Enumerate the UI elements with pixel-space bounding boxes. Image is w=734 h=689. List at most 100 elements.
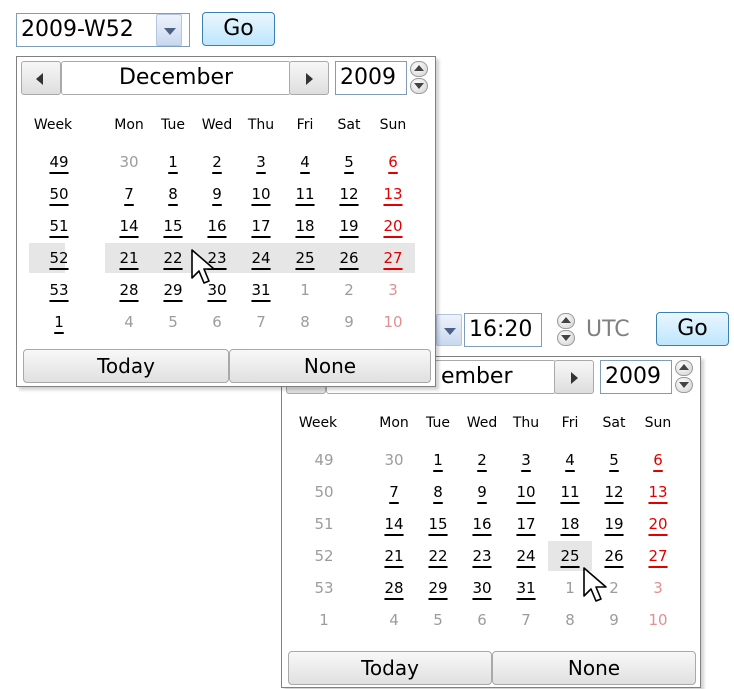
spin-up-icon[interactable] — [410, 61, 428, 77]
day-cell[interactable]: 2 — [466, 449, 498, 471]
day-cell[interactable]: 22 — [157, 247, 189, 269]
day-cell[interactable]: 27 — [642, 545, 674, 567]
day-cell[interactable]: 7 — [113, 183, 145, 205]
day-cell[interactable]: 3 — [245, 151, 277, 173]
day-cell[interactable]: 26 — [598, 545, 630, 567]
week-go-button[interactable]: Go — [202, 12, 275, 46]
day-cell[interactable]: 28 — [113, 279, 145, 301]
weekday-header: Thu — [247, 117, 275, 133]
day-cell[interactable]: 18 — [554, 513, 586, 535]
day-cell[interactable]: 6 — [377, 151, 409, 173]
spin-down-icon[interactable] — [410, 78, 428, 94]
day-cell[interactable]: 8 — [157, 183, 189, 205]
timezone-label: UTC — [586, 317, 630, 342]
weekday-header: Tue — [426, 415, 450, 431]
year-input[interactable]: 2009 — [335, 61, 407, 95]
day-cell[interactable]: 29 — [422, 577, 454, 599]
week-number[interactable]: 49 — [43, 151, 75, 173]
time-input[interactable]: 16:20 — [464, 313, 542, 347]
day-cell[interactable]: 5 — [598, 449, 630, 471]
day-cell[interactable]: 20 — [377, 215, 409, 237]
week-number[interactable]: 51 — [43, 215, 75, 237]
day-cell[interactable]: 16 — [466, 513, 498, 535]
today-button[interactable]: Today — [23, 349, 229, 383]
spin-up-icon[interactable] — [675, 360, 693, 376]
none-button[interactable]: None — [492, 651, 696, 685]
day-cell[interactable]: 21 — [378, 545, 410, 567]
day-cell[interactable]: 29 — [157, 279, 189, 301]
next-month-button[interactable] — [554, 360, 594, 394]
day-cell[interactable]: 30 — [466, 577, 498, 599]
day-cell: 7 — [256, 313, 266, 331]
day-cell[interactable]: 2 — [201, 151, 233, 173]
time-spinner[interactable] — [556, 312, 578, 348]
week-number[interactable]: 52 — [43, 247, 75, 269]
datetime-go-button[interactable]: Go — [656, 312, 729, 346]
day-cell[interactable]: 25 — [554, 545, 586, 567]
prev-month-button[interactable] — [21, 61, 61, 95]
day-cell[interactable]: 5 — [333, 151, 365, 173]
day-cell[interactable]: 23 — [466, 545, 498, 567]
spin-up-icon[interactable] — [557, 313, 575, 329]
day-cell[interactable]: 14 — [378, 513, 410, 535]
day-cell[interactable]: 4 — [554, 449, 586, 471]
week-number[interactable]: 53 — [43, 279, 75, 301]
day-cell[interactable]: 27 — [377, 247, 409, 269]
day-cell[interactable]: 10 — [245, 183, 277, 205]
day-cell[interactable]: 13 — [377, 183, 409, 205]
day-cell[interactable]: 10 — [510, 481, 542, 503]
day-cell[interactable]: 26 — [333, 247, 365, 269]
none-button[interactable]: None — [229, 349, 431, 383]
today-button[interactable]: Today — [288, 651, 492, 685]
day-cell[interactable]: 11 — [554, 481, 586, 503]
day-cell: 3 — [388, 281, 398, 299]
day-cell[interactable]: 17 — [510, 513, 542, 535]
week-dropdown-button[interactable] — [156, 14, 182, 46]
day-cell[interactable]: 16 — [201, 215, 233, 237]
day-cell[interactable]: 15 — [422, 513, 454, 535]
year-spinner[interactable] — [674, 359, 696, 395]
day-cell: 9 — [344, 313, 354, 331]
day-cell[interactable]: 21 — [113, 247, 145, 269]
day-cell[interactable]: 19 — [598, 513, 630, 535]
week-number[interactable]: 50 — [43, 183, 75, 205]
datetime-dropdown-button[interactable] — [436, 314, 462, 346]
day-cell[interactable]: 28 — [378, 577, 410, 599]
day-cell[interactable]: 24 — [510, 545, 542, 567]
weekday-header: Tue — [161, 117, 185, 133]
day-cell[interactable]: 9 — [201, 183, 233, 205]
spin-down-icon[interactable] — [675, 377, 693, 393]
day-cell[interactable]: 31 — [245, 279, 277, 301]
day-cell[interactable]: 1 — [422, 449, 454, 471]
year-spinner[interactable] — [409, 60, 431, 96]
day-cell[interactable]: 8 — [422, 481, 454, 503]
day-cell[interactable]: 15 — [157, 215, 189, 237]
day-cell: 4 — [124, 313, 134, 331]
day-cell[interactable]: 20 — [642, 513, 674, 535]
day-cell[interactable]: 11 — [289, 183, 321, 205]
day-cell[interactable]: 12 — [598, 481, 630, 503]
day-cell[interactable]: 6 — [642, 449, 674, 471]
spin-down-icon[interactable] — [557, 330, 575, 346]
day-cell[interactable]: 12 — [333, 183, 365, 205]
day-cell: 3 — [653, 579, 663, 597]
day-cell[interactable]: 9 — [466, 481, 498, 503]
day-cell[interactable]: 25 — [289, 247, 321, 269]
day-cell[interactable]: 31 — [510, 577, 542, 599]
day-cell[interactable]: 13 — [642, 481, 674, 503]
day-cell[interactable]: 3 — [510, 449, 542, 471]
day-cell[interactable]: 4 — [289, 151, 321, 173]
day-cell[interactable]: 22 — [422, 545, 454, 567]
day-cell[interactable]: 17 — [245, 215, 277, 237]
year-input[interactable]: 2009 — [600, 360, 672, 394]
day-cell[interactable]: 18 — [289, 215, 321, 237]
day-cell[interactable]: 19 — [333, 215, 365, 237]
week-calendar-popup: December 2009 Week Mon Tue Wed Thu Fri Sat Sun 4… — [16, 56, 436, 387]
week-number[interactable]: 1 — [43, 311, 75, 333]
month-select[interactable]: December — [61, 61, 291, 95]
day-cell[interactable]: 14 — [113, 215, 145, 237]
next-month-button[interactable] — [289, 61, 329, 95]
day-cell[interactable]: 1 — [157, 151, 189, 173]
day-cell[interactable]: 24 — [245, 247, 277, 269]
day-cell[interactable]: 7 — [378, 481, 410, 503]
